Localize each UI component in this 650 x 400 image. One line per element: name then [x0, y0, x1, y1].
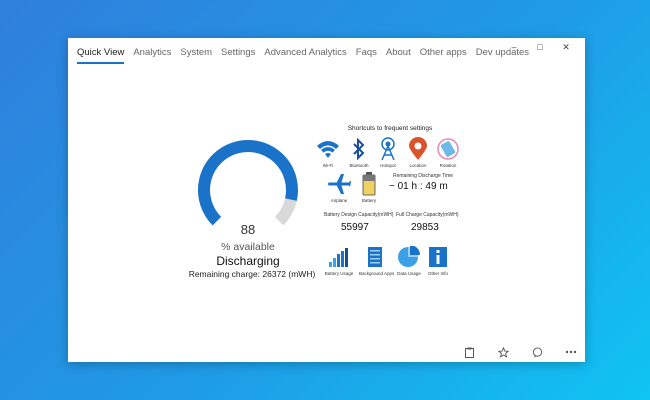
- data-usage-icon: [396, 244, 422, 270]
- app-window: – □ ✕ Quick View Analytics System Settin…: [68, 38, 585, 362]
- footer-toolbar: [463, 346, 577, 358]
- location-label: Location: [409, 163, 427, 168]
- tab-system[interactable]: System: [180, 47, 212, 64]
- wifi-shortcut[interactable]: Wi-Fi: [313, 136, 343, 168]
- background-apps-icon: [362, 244, 388, 270]
- tab-faqs[interactable]: Faqs: [356, 47, 377, 64]
- remaining-charge: Remaining charge: 26372 (mWH): [188, 269, 316, 279]
- tab-bar: Quick View Analytics System Settings Adv…: [77, 47, 538, 64]
- discharge-time-label: Remaining Discharge Time: [393, 173, 454, 179]
- full-capacity-label: Full Charge Capacity(mWH): [396, 212, 459, 218]
- tab-about[interactable]: About: [386, 47, 411, 64]
- battery-icon: [356, 171, 382, 197]
- design-capacity-value: 55997: [341, 222, 369, 233]
- data-usage-shortcut[interactable]: Data Usage: [394, 244, 424, 276]
- full-capacity-value: 29853: [411, 222, 439, 233]
- rotation-label: Rotation: [439, 163, 457, 168]
- shortcuts-title: Shortcuts to frequent settings: [347, 125, 433, 132]
- tab-other-apps[interactable]: Other apps: [420, 47, 467, 64]
- battery-label: Battery: [361, 198, 377, 203]
- location-icon: [405, 136, 431, 162]
- bluetooth-label: Bluetooth: [349, 163, 369, 168]
- battery-usage-icon: [326, 244, 352, 270]
- star-icon[interactable]: [497, 346, 509, 358]
- battery-shortcut[interactable]: Battery: [354, 171, 384, 203]
- battery-usage-shortcut[interactable]: Battery Usage: [324, 244, 354, 276]
- background-apps-label: Background Apps: [359, 271, 395, 276]
- info-icon: [425, 244, 451, 270]
- tab-dev-updates[interactable]: Dev updates: [476, 47, 529, 64]
- tab-settings[interactable]: Settings: [221, 47, 255, 64]
- other-info-shortcut[interactable]: Other Info: [423, 244, 453, 276]
- location-shortcut[interactable]: Location: [403, 136, 433, 168]
- feedback-icon[interactable]: [531, 346, 543, 358]
- tab-advanced-analytics[interactable]: Advanced Analytics: [264, 47, 346, 64]
- rotation-icon: [435, 136, 461, 162]
- design-capacity-label: Battery Design Capacity(mWH): [324, 212, 394, 218]
- background-apps-shortcut[interactable]: Background Apps: [359, 244, 395, 276]
- data-usage-label: Data Usage: [397, 271, 421, 276]
- bluetooth-shortcut[interactable]: Bluetooth: [344, 136, 374, 168]
- rotation-shortcut[interactable]: Rotation: [433, 136, 463, 168]
- gauge-fill: [198, 140, 298, 226]
- discharge-time-value: ~ 01 h : 49 m: [389, 181, 448, 192]
- bluetooth-icon: [346, 136, 372, 162]
- tab-analytics[interactable]: Analytics: [133, 47, 171, 64]
- hotspot-label: Hotspot: [380, 163, 396, 168]
- battery-percent-value: 88: [240, 222, 256, 237]
- airplane-label: Airplane: [330, 198, 348, 203]
- hotspot-shortcut[interactable]: Hotspot: [373, 136, 403, 168]
- battery-usage-label: Battery Usage: [324, 271, 354, 276]
- airplane-icon: [326, 171, 352, 197]
- wifi-label: Wi-Fi: [322, 163, 334, 168]
- wifi-icon: [315, 136, 341, 162]
- airplane-shortcut[interactable]: Airplane: [324, 171, 354, 203]
- battery-percent-label: % available: [221, 241, 275, 253]
- tab-quick-view[interactable]: Quick View: [77, 47, 125, 64]
- battery-status: Discharging: [216, 254, 280, 268]
- more-icon[interactable]: [565, 346, 577, 358]
- hotspot-icon: [375, 136, 401, 162]
- close-button[interactable]: ✕: [553, 40, 579, 54]
- other-info-label: Other Info: [427, 271, 448, 276]
- clipboard-icon[interactable]: [463, 346, 475, 358]
